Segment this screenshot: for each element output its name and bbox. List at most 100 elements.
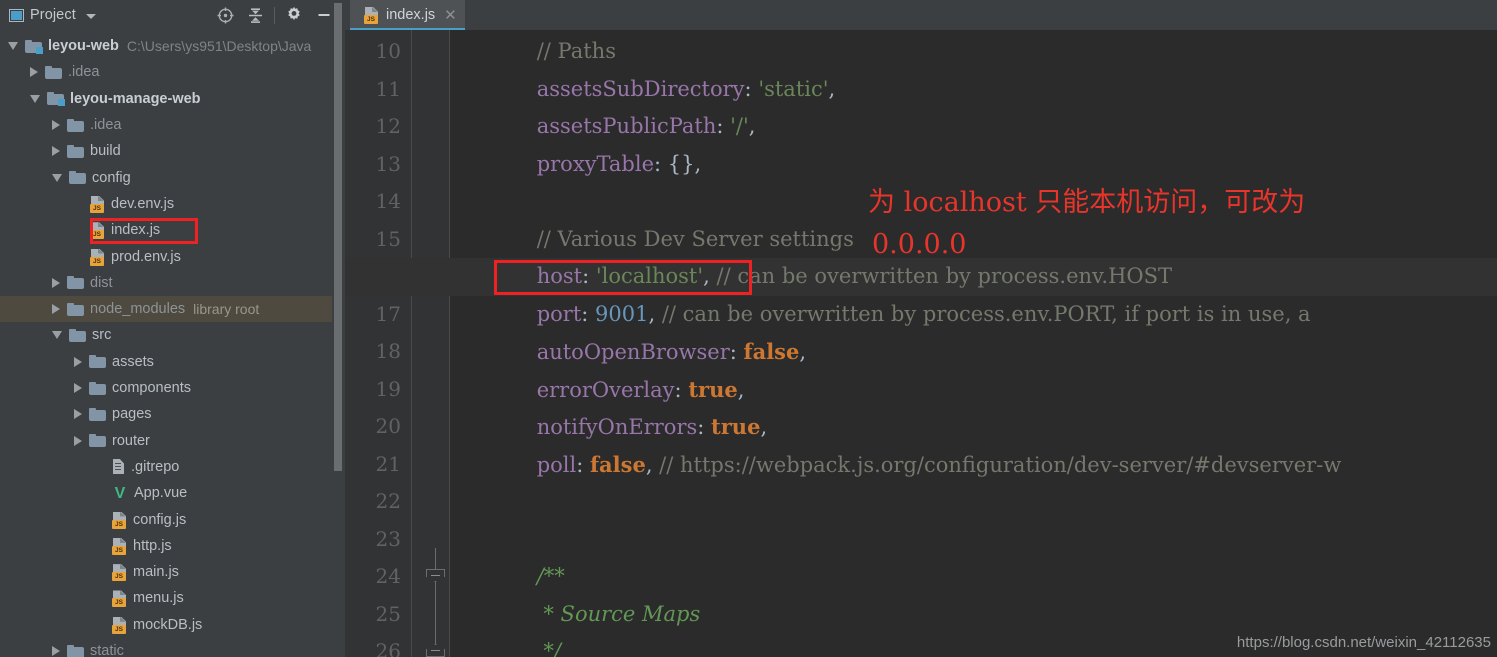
code-token: , <box>648 301 662 326</box>
tree-item-config[interactable]: config <box>0 165 332 191</box>
code-line[interactable]: port: 9001, // can be overwritten by pro… <box>450 296 1497 334</box>
tree-item-static[interactable]: static <box>0 638 332 657</box>
tree-item-main-js[interactable]: JS main.js <box>0 559 332 585</box>
collapse-all-icon[interactable] <box>240 0 270 30</box>
editor-tab-index-js[interactable]: JS index.js ✕ <box>350 0 465 30</box>
folder-icon <box>67 302 84 316</box>
chevron-down-icon[interactable] <box>8 42 18 51</box>
code-line[interactable]: * Source Maps <box>450 596 1497 634</box>
chevron-down-icon[interactable] <box>30 94 40 103</box>
fold-region-line <box>435 548 436 651</box>
line-number: 26 <box>375 639 401 657</box>
tree-item-leyou-manage-web[interactable]: leyou-manage-web <box>0 86 332 112</box>
tree-item-assets[interactable]: assets <box>0 349 332 375</box>
tree-item-build[interactable]: build <box>0 138 332 164</box>
tree-item-pages[interactable]: pages <box>0 401 332 427</box>
tree-item--gitrepo[interactable]: .gitrepo <box>0 454 332 480</box>
project-title-button[interactable]: Project <box>9 7 96 23</box>
tree-item-http-js[interactable]: JS http.js <box>0 533 332 559</box>
code-token: /** <box>510 564 565 588</box>
chevron-down-icon[interactable] <box>52 331 62 340</box>
code-line[interactable]: assetsPublicPath: '/', <box>450 108 1497 146</box>
code-editor[interactable]: 1011121314151617181920212223242526 // Pa… <box>345 30 1497 657</box>
tree-item-label: mockDB.js <box>133 616 203 633</box>
chevron-right-icon[interactable] <box>52 120 60 131</box>
ide-window: Project leyou-web C:\Users\ys951\Desktop… <box>0 0 1497 657</box>
code-line[interactable]: errorOverlay: true, <box>450 371 1497 409</box>
fold-toggle-icon[interactable] <box>426 644 445 657</box>
chevron-right-icon[interactable] <box>52 646 60 657</box>
chevron-right-icon[interactable] <box>52 277 60 288</box>
tree-item-leyou-web[interactable]: leyou-web C:\Users\ys951\Desktop\Java <box>0 33 332 59</box>
code-line[interactable] <box>450 483 1497 521</box>
tree-item-components[interactable]: components <box>0 375 332 401</box>
code-line[interactable]: /** <box>450 558 1497 596</box>
tree-item-config-js[interactable]: JS config.js <box>0 506 332 532</box>
code-line[interactable]: assetsSubDirectory: 'static', <box>450 71 1497 109</box>
folder-icon <box>89 434 106 448</box>
tree-item-label: http.js <box>133 537 172 554</box>
tree-item-src[interactable]: src <box>0 322 332 348</box>
code-token: // can be overwritten by process.env.POR… <box>661 301 1311 326</box>
chevron-right-icon[interactable] <box>74 435 82 446</box>
code-token: errorOverlay <box>510 377 675 402</box>
chevron-right-icon[interactable] <box>52 146 60 157</box>
code-line[interactable]: poll: false, // https://webpack.js.org/c… <box>450 446 1497 484</box>
tree-item-label: config.js <box>133 511 187 528</box>
chevron-down-icon[interactable] <box>85 14 96 19</box>
toolbar-divider <box>274 6 275 24</box>
tree-item-prod-env-js[interactable]: JS prod.env.js <box>0 243 332 269</box>
code-line[interactable]: // Paths <box>450 33 1497 71</box>
code-token: , <box>760 415 768 439</box>
code-token: : <box>581 301 596 326</box>
folder-icon <box>69 328 86 342</box>
tree-item-dist[interactable]: dist <box>0 270 332 296</box>
code-token: , <box>828 76 836 101</box>
code-token: assetsPublicPath <box>510 114 717 138</box>
tree-item-menu-js[interactable]: JS menu.js <box>0 585 332 611</box>
chevron-right-icon[interactable] <box>74 383 82 394</box>
line-number: 20 <box>375 414 401 438</box>
close-icon[interactable]: ✕ <box>444 6 457 24</box>
chevron-right-icon[interactable] <box>52 304 60 315</box>
annotation-note-line1: 为 localhost 只能本机访问，可改为 <box>868 187 1306 218</box>
js-file-icon: JS <box>112 564 127 582</box>
code-line[interactable] <box>450 521 1497 559</box>
code-fold-gutter[interactable] <box>412 30 449 657</box>
folder-icon <box>67 144 84 158</box>
line-number: 10 <box>375 39 401 63</box>
code-line[interactable]: notifyOnErrors: true, <box>450 408 1497 446</box>
tree-item--idea[interactable]: .idea <box>0 59 332 85</box>
project-toolbar-actions <box>210 0 339 30</box>
tree-item-app-vue[interactable]: V App.vue <box>0 480 332 506</box>
chevron-right-icon[interactable] <box>74 409 82 420</box>
locate-in-tree-icon[interactable] <box>210 0 240 30</box>
editor-area: JS index.js ✕ 10111213141516171819202122… <box>345 0 1497 657</box>
code-line[interactable]: // Various Dev Server settings <box>450 221 1497 259</box>
fold-toggle-icon[interactable] <box>426 569 445 583</box>
code-text[interactable]: // Paths assetsSubDirectory: 'static', a… <box>450 30 1497 657</box>
annotation-note-line2: 0.0.0.0 <box>872 229 967 260</box>
gear-icon[interactable] <box>279 0 309 30</box>
tree-item-dev-env-js[interactable]: JS dev.env.js <box>0 191 332 217</box>
chevron-right-icon[interactable] <box>74 356 82 367</box>
code-line[interactable]: autoOpenBrowser: false, <box>450 333 1497 371</box>
js-file-icon: JS <box>364 7 379 24</box>
chevron-right-icon[interactable] <box>30 67 38 78</box>
code-line[interactable]: proxyTable: {}, <box>450 146 1497 184</box>
code-token: : <box>744 76 759 101</box>
folder-icon <box>45 65 62 79</box>
chevron-down-icon[interactable] <box>52 173 62 182</box>
module-folder-icon <box>47 92 65 107</box>
tree-item--idea[interactable]: .idea <box>0 112 332 138</box>
tree-item-router[interactable]: router <box>0 428 332 454</box>
tree-item-label: assets <box>112 353 154 370</box>
tree-item-mockdb-js[interactable]: JS mockDB.js <box>0 612 332 638</box>
project-tree[interactable]: leyou-web C:\Users\ys951\Desktop\Java .ide… <box>0 30 345 657</box>
tree-item-node-modules[interactable]: node_modules library root <box>0 296 332 323</box>
project-tree-scrollbar-thumb[interactable] <box>334 3 342 471</box>
code-token: , <box>645 452 660 477</box>
code-token: assetsSubDirectory <box>510 76 745 101</box>
